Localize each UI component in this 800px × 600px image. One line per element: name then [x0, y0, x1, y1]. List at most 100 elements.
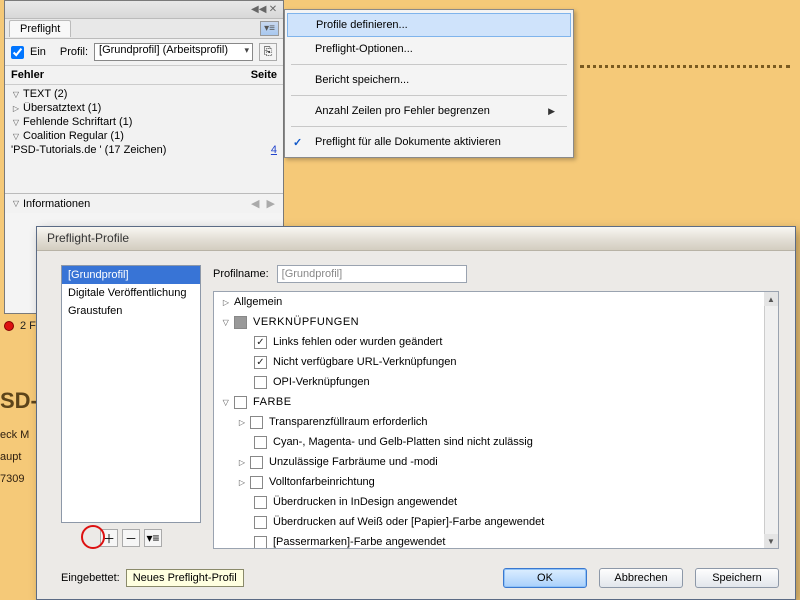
menu-separator [291, 64, 567, 65]
profile-dropdown[interactable]: [Grundprofil] (Arbeitsprofil) [94, 43, 253, 61]
profile-list-toolbar: ＋ － ▾≡ [61, 527, 201, 549]
decoration-dotted-line [580, 65, 790, 68]
profile-menu-button[interactable]: ▾≡ [144, 529, 162, 547]
menu-save-report[interactable]: Bericht speichern... [285, 68, 573, 92]
checkbox[interactable] [254, 496, 267, 509]
dialog-footer: Eingebettet: Neues Preflight-Profil OK A… [37, 557, 795, 599]
embed-profile-icon[interactable]: ⎘ [259, 43, 277, 61]
panel-status-row: 2 F [4, 320, 36, 332]
tree-node-coalition[interactable]: ▽Coalition Regular (1) [5, 129, 283, 143]
save-button[interactable]: Speichern [695, 568, 779, 588]
opt-links-missing[interactable]: ✓Links fehlen oder wurden geändert [214, 332, 778, 352]
menu-limit-rows[interactable]: Anzahl Zeilen pro Fehler begrenzen▶ [285, 99, 573, 123]
menu-separator [291, 95, 567, 96]
profil-label: Profil: [60, 46, 88, 58]
profile-item-graustufen[interactable]: Graustufen [62, 302, 200, 320]
chevron-right-icon: ▷ [236, 478, 248, 487]
tree-node-font-missing[interactable]: ▽Fehlende Schriftart (1) [5, 115, 283, 129]
tree-leaf-psd[interactable]: 'PSD-Tutorials.de ' (17 Zeichen)4 [5, 143, 283, 157]
profile-dropdown-value: [Grundprofil] (Arbeitsprofil) [99, 44, 228, 56]
opt-passermarken[interactable]: [Passermarken]-Farbe angewendet [214, 532, 778, 549]
checkbox[interactable] [254, 376, 267, 389]
checkbox[interactable] [254, 516, 267, 529]
checkbox[interactable] [250, 476, 263, 489]
dialog-title: Preflight-Profile [37, 227, 795, 251]
ok-button[interactable]: OK [503, 568, 587, 588]
eingebettet-label: Eingebettet: [61, 572, 120, 584]
profile-listbox[interactable]: [Grundprofil] Digitale Veröffentlichung … [61, 265, 201, 523]
opt-url-unavailable[interactable]: ✓Nicht verfügbare URL-Verknüpfungen [214, 352, 778, 372]
checkbox[interactable] [234, 396, 247, 409]
chevron-down-icon: ▽ [220, 318, 232, 327]
node-allgemein[interactable]: ▷Allgemein [214, 292, 778, 312]
menu-preflight-options[interactable]: Preflight-Optionen... [285, 37, 573, 61]
profile-settings-column: Profilname: ▷Allgemein ▽VERKNÜPFUNGEN ✓L… [213, 265, 779, 549]
panel-window-controls: ◀◀ ✕ [5, 1, 283, 19]
opt-overprint-indesign[interactable]: Überdrucken in InDesign angewendet [214, 492, 778, 512]
chevron-right-icon: ▷ [236, 418, 248, 427]
tree-node-uebersatz[interactable]: ▷Übersatztext (1) [5, 101, 283, 115]
scroll-down-icon[interactable]: ▼ [764, 534, 778, 548]
checkbox[interactable] [250, 456, 263, 469]
scroll-up-icon[interactable]: ▲ [764, 292, 778, 306]
error-status-icon [4, 321, 14, 331]
chevron-down-icon: ▽ [11, 132, 21, 141]
profile-item-digital[interactable]: Digitale Veröffentlichung [62, 284, 200, 302]
embedded-row: Eingebettet: Neues Preflight-Profil [61, 569, 244, 587]
page-link[interactable]: 4 [233, 144, 277, 156]
col-page: Seite [233, 69, 277, 81]
menu-activate-all-docs[interactable]: ✓Preflight für alle Dokumente aktivieren [285, 130, 573, 154]
check-icon: ✓ [293, 136, 302, 149]
panel-flyout-menu-icon[interactable]: ▾≡ [260, 21, 279, 36]
opt-overprint-white[interactable]: Überdrucken auf Weiß oder [Papier]-Farbe… [214, 512, 778, 532]
chevron-right-icon: ▷ [236, 458, 248, 467]
new-profile-tooltip: Neues Preflight-Profil [126, 569, 244, 587]
node-farbe[interactable]: ▽FARBE [214, 392, 778, 412]
preflight-profile-dialog: Preflight-Profile [Grundprofil] Digitale… [36, 226, 796, 600]
preflight-on-checkbox[interactable] [11, 46, 24, 59]
chevron-down-icon: ▽ [11, 118, 21, 127]
info-title: Informationen [23, 198, 90, 210]
menu-define-profile[interactable]: Profile definieren... [287, 13, 571, 37]
checkbox[interactable] [254, 536, 267, 549]
info-nav-arrows[interactable]: ◀ ▶ [251, 197, 277, 210]
checkbox-checked[interactable]: ✓ [254, 356, 267, 369]
settings-scrollbar[interactable]: ▲ ▼ [764, 292, 778, 548]
checkbox[interactable] [250, 416, 263, 429]
opt-transparenz[interactable]: ▷Transparenzfüllraum erforderlich [214, 412, 778, 432]
panel-collapse-icon[interactable]: ◀◀ [251, 4, 263, 15]
opt-farbraeume[interactable]: ▷Unzulässige Farbräume und -modi [214, 452, 778, 472]
menu-separator [291, 126, 567, 127]
node-verknuepfungen[interactable]: ▽VERKNÜPFUNGEN [214, 312, 778, 332]
on-label: Ein [30, 46, 46, 58]
panel-flyout-menu: Profile definieren... Preflight-Optionen… [284, 9, 574, 158]
panel-close-icon[interactable]: ✕ [267, 4, 279, 15]
profilname-row: Profilname: [213, 265, 779, 283]
panel-tabbar: Preflight ▾≡ [5, 19, 283, 39]
opt-opi[interactable]: OPI-Verknüpfungen [214, 372, 778, 392]
chevron-right-icon: ▷ [11, 104, 21, 113]
tree-node-text[interactable]: ▽TEXT (2) [5, 87, 283, 101]
cancel-button[interactable]: Abbrechen [599, 568, 683, 588]
checkbox-checked[interactable]: ✓ [254, 336, 267, 349]
info-section-header[interactable]: ▽ Informationen ◀ ▶ [5, 193, 283, 213]
error-tree: ▽TEXT (2) ▷Übersatztext (1) ▽Fehlende Sc… [5, 85, 283, 193]
panel-profile-row: Ein Profil: [Grundprofil] (Arbeitsprofil… [5, 39, 283, 66]
chevron-down-icon: ▽ [11, 90, 21, 99]
submenu-arrow-icon: ▶ [548, 106, 555, 117]
profile-item-grundprofil[interactable]: [Grundprofil] [62, 266, 200, 284]
opt-cmg-plates[interactable]: Cyan-, Magenta- und Gelb-Platten sind ni… [214, 432, 778, 452]
profilname-input[interactable] [277, 265, 467, 283]
col-error: Fehler [11, 69, 233, 81]
opt-vollton[interactable]: ▷Volltonfarbeinrichtung [214, 472, 778, 492]
mixed-checkbox-icon[interactable] [234, 316, 247, 329]
delete-profile-button[interactable]: － [122, 529, 140, 547]
error-count: 2 F [20, 320, 36, 332]
chevron-down-icon: ▽ [220, 398, 232, 407]
checkbox[interactable] [254, 436, 267, 449]
chevron-right-icon: ▷ [220, 298, 232, 307]
new-profile-button[interactable]: ＋ [100, 529, 118, 547]
settings-tree: ▷Allgemein ▽VERKNÜPFUNGEN ✓Links fehlen … [213, 291, 779, 549]
tab-preflight[interactable]: Preflight [9, 20, 71, 37]
profile-list-column: [Grundprofil] Digitale Veröffentlichung … [61, 265, 201, 549]
